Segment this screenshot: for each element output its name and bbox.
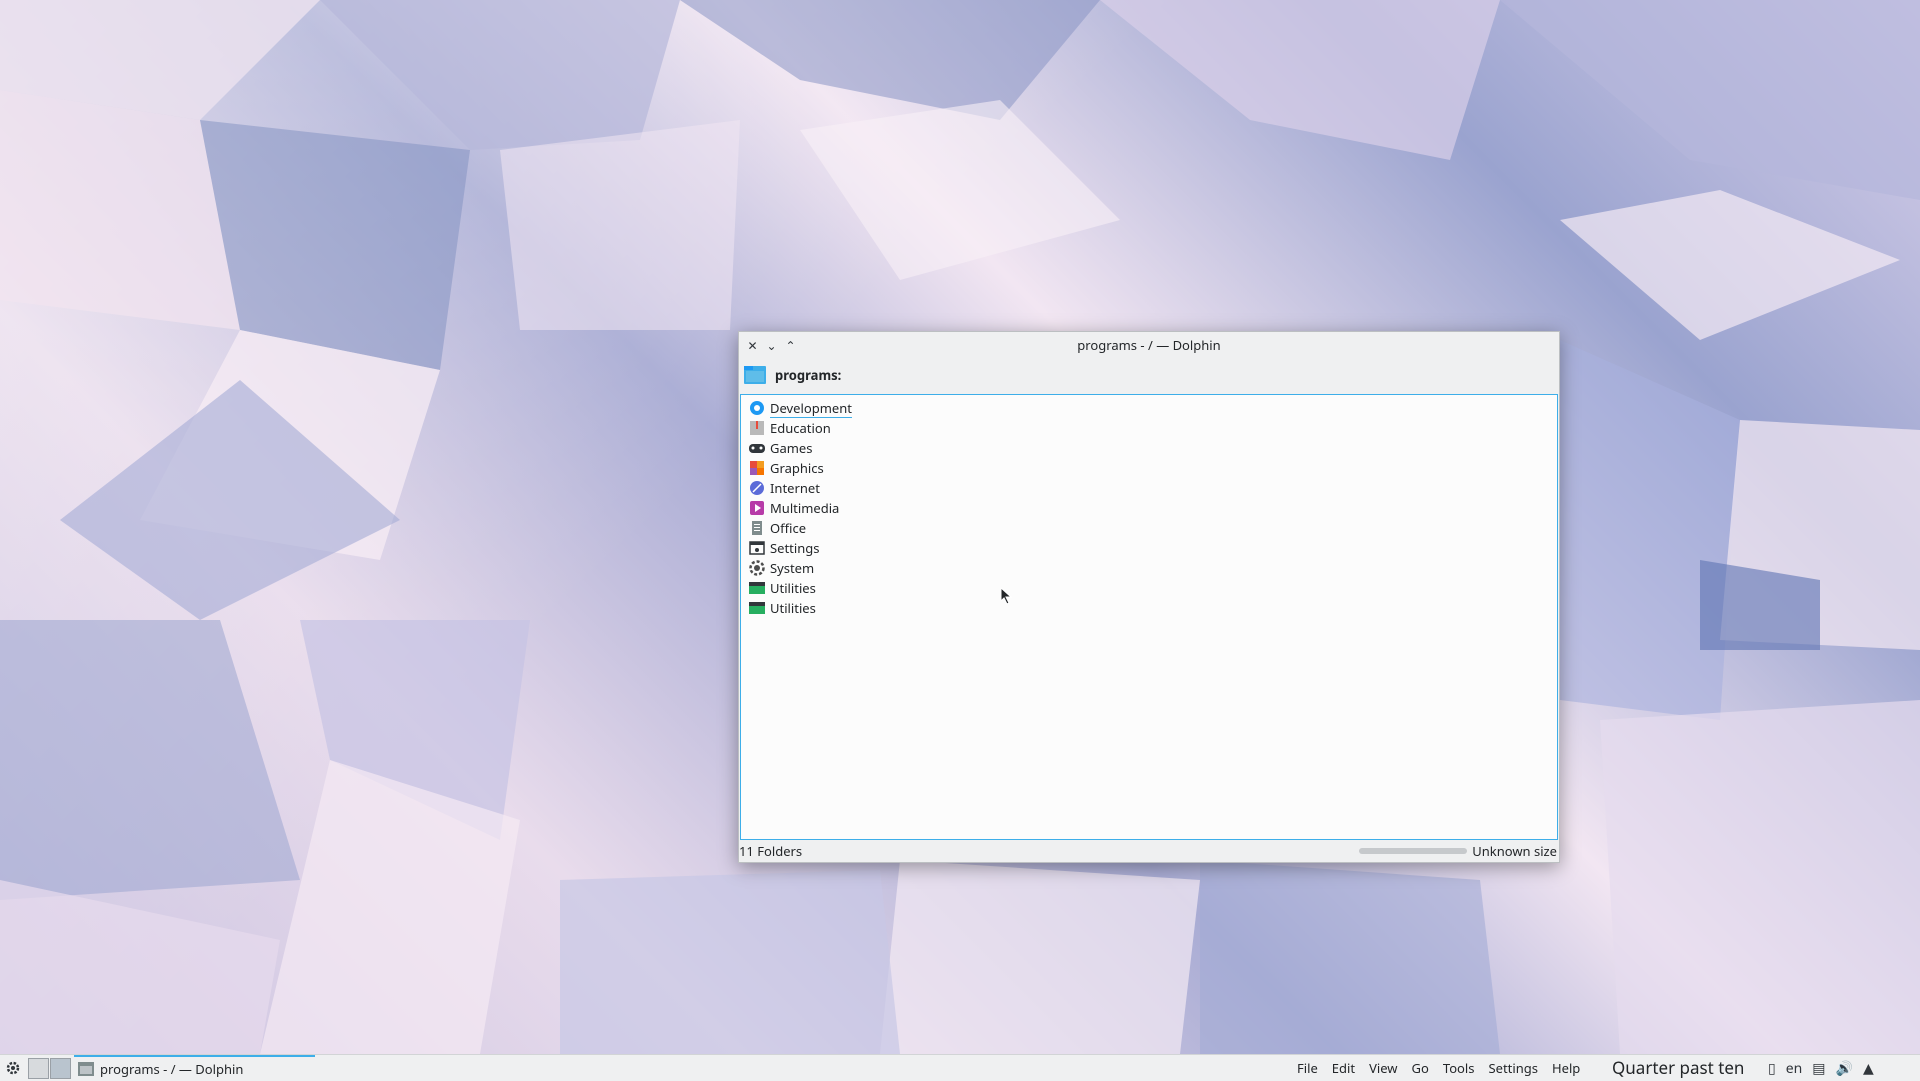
item-label: Internet [770, 479, 820, 497]
chevron-up-icon: ⌃ [785, 337, 796, 354]
list-item[interactable]: Graphics [749, 458, 824, 478]
location-bar[interactable]: programs: [739, 359, 1559, 390]
app-launcher-button[interactable] [0, 1055, 26, 1081]
item-label: Settings [770, 539, 820, 557]
minimize-button[interactable]: ⌄ [762, 336, 781, 355]
free-space-label: Unknown size [1472, 842, 1557, 860]
system-tray: ▯ en ▤ 🔊 ▲ [1763, 1055, 1879, 1081]
item-label: Education [770, 419, 831, 437]
maximize-button[interactable]: ⌃ [781, 336, 800, 355]
folder-icon [744, 365, 766, 384]
virtual-desktop-pager[interactable] [28, 1057, 72, 1079]
close-icon: ✕ [747, 337, 758, 354]
taskbar: programs - / — Dolphin File Edit View Go… [0, 1054, 1920, 1081]
utilities-icon [749, 602, 765, 614]
menu-view[interactable]: View [1369, 1059, 1397, 1077]
tray-expand-icon[interactable]: ▲ [1863, 1059, 1874, 1078]
system-icon [749, 560, 765, 576]
location-path[interactable]: programs: [775, 366, 841, 384]
menu-tools[interactable]: Tools [1443, 1059, 1475, 1077]
global-menu: File Edit View Go Tools Settings Help [1290, 1055, 1587, 1081]
office-icon [752, 521, 762, 535]
item-label: Multimedia [770, 499, 840, 517]
volume-icon[interactable]: 🔊 [1836, 1059, 1853, 1078]
menu-settings[interactable]: Settings [1489, 1059, 1538, 1077]
item-label: System [770, 559, 815, 577]
menu-go[interactable]: Go [1412, 1059, 1429, 1077]
settings-icon [749, 541, 765, 555]
item-label: Graphics [770, 459, 824, 477]
folder-count: 11 Folders [739, 842, 803, 860]
item-label: Utilities [770, 599, 816, 617]
free-space-bar[interactable] [1359, 848, 1468, 854]
kde-logo-icon [6, 1061, 20, 1075]
dolphin-window: ✕ ⌄ ⌃ programs - / — Dolphin programs: D… [738, 331, 1560, 863]
multimedia-icon [750, 501, 764, 515]
list-item[interactable]: Internet [749, 478, 820, 498]
task-dolphin[interactable]: programs - / — Dolphin [74, 1055, 315, 1081]
desktop-1[interactable] [28, 1057, 49, 1079]
item-label: Utilities [770, 579, 816, 597]
list-item[interactable]: Settings [749, 538, 819, 558]
close-button[interactable]: ✕ [743, 336, 762, 355]
task-label: programs - / — Dolphin [100, 1060, 244, 1078]
internet-icon [750, 481, 764, 495]
dolphin-icon [78, 1062, 94, 1076]
games-icon [749, 444, 765, 453]
mouse-cursor-icon [1001, 588, 1012, 604]
list-item[interactable]: Multimedia [749, 498, 839, 518]
status-bar: 11 Folders Unknown size [739, 840, 1559, 862]
item-label: Development [770, 398, 852, 418]
menu-edit[interactable]: Edit [1332, 1059, 1355, 1077]
desktop-2[interactable] [50, 1057, 71, 1079]
item-label: Games [770, 439, 813, 457]
list-item[interactable]: System [749, 558, 814, 578]
file-view[interactable]: Development Education Games Graphics Int… [740, 394, 1558, 840]
usb-icon[interactable]: ▯ [1768, 1059, 1776, 1078]
graphics-icon [750, 461, 764, 475]
development-icon [750, 401, 764, 415]
menu-file[interactable]: File [1297, 1059, 1318, 1077]
list-item[interactable]: Development [749, 398, 852, 418]
clipboard-icon[interactable]: ▤ [1812, 1059, 1825, 1078]
list-item[interactable]: Games [749, 438, 812, 458]
title-bar[interactable]: ✕ ⌄ ⌃ programs - / — Dolphin [739, 332, 1559, 359]
list-item[interactable]: Utilities [749, 598, 816, 618]
keyboard-layout[interactable]: en [1786, 1059, 1803, 1078]
chevron-down-icon: ⌄ [766, 337, 777, 354]
window-title: programs - / — Dolphin [1077, 336, 1221, 354]
utilities-icon [749, 582, 765, 594]
education-icon [750, 421, 764, 435]
list-item[interactable]: Education [749, 418, 831, 438]
list-item[interactable]: Utilities [749, 578, 816, 598]
list-item[interactable]: Office [749, 518, 806, 538]
menu-help[interactable]: Help [1552, 1059, 1580, 1077]
clock[interactable]: Quarter past ten [1612, 1055, 1744, 1081]
item-label: Office [770, 519, 807, 537]
